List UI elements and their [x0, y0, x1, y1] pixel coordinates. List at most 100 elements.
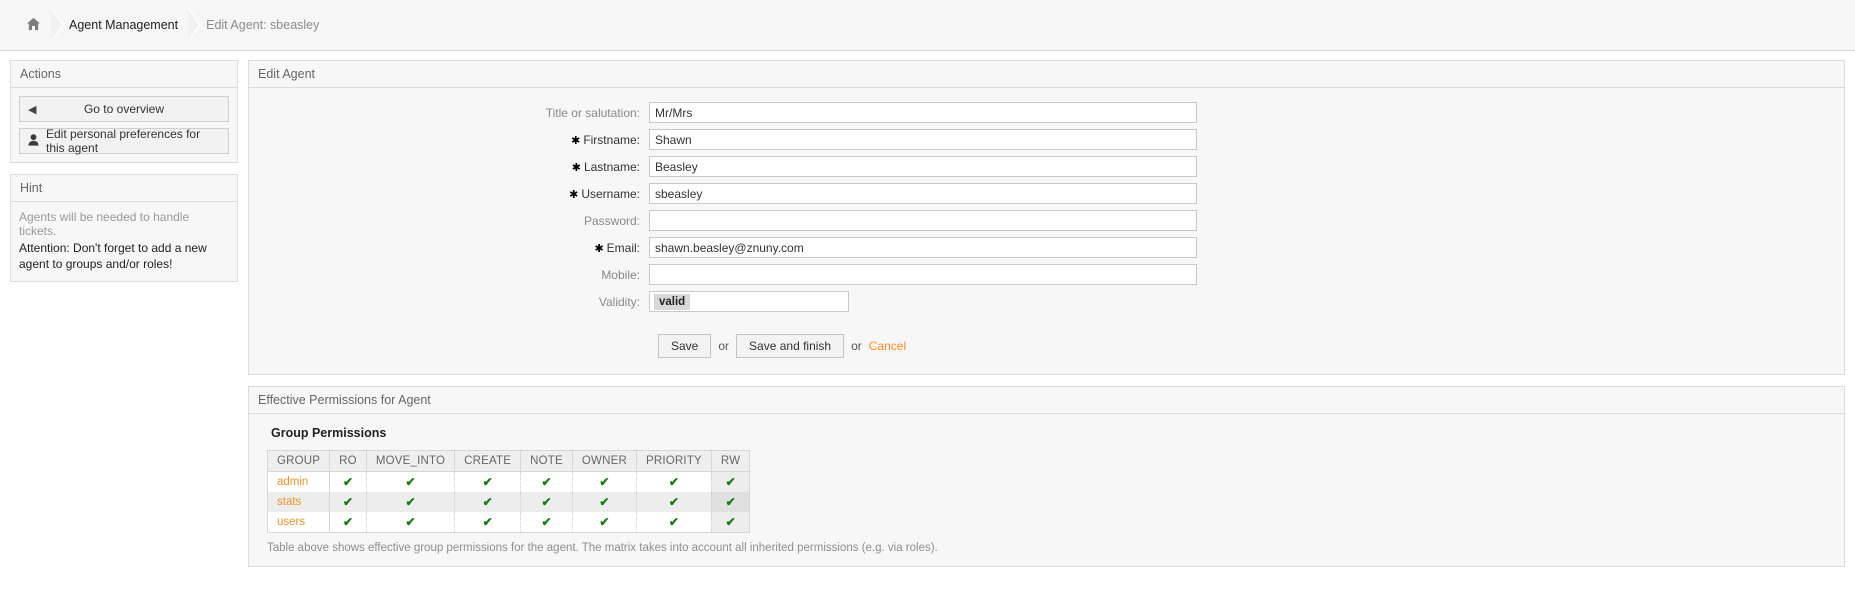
validity-label: Validity: [598, 294, 640, 309]
table-header: GROUP RO MOVE_INTO CREATE NOTE OWNER PRIORITY R… [267, 450, 750, 472]
left-arrow-icon: ◀ [28, 103, 37, 116]
check-icon: ✔ [599, 475, 610, 489]
table-cell-permission: ✔ [454, 512, 522, 533]
hint-text-attention: Attention: Don't forget to add a new age… [19, 241, 207, 271]
username-label: ✱ Username: [569, 186, 640, 201]
edit-personal-preferences-label: Edit personal preferences for this agent [46, 127, 201, 155]
table-cell-permission: ✔ [520, 492, 573, 512]
required-star-icon: ✱ [571, 134, 581, 147]
check-icon: ✔ [668, 495, 679, 509]
home-icon [26, 17, 41, 34]
edit-personal-preferences-button[interactable]: Edit personal preferences for this agent [19, 127, 229, 155]
form-row-mobile: Mobile: [249, 264, 1844, 285]
go-to-overview-button[interactable]: ◀ Go to overview [19, 96, 229, 122]
password-label: Password: [583, 213, 640, 228]
form-row-lastname: ✱ Lastname: [249, 156, 1844, 177]
table-cell-permission: ✔ [520, 471, 573, 492]
mobile-field[interactable] [649, 264, 1197, 285]
table-cell-group: users [267, 512, 331, 533]
table-column-header: CREATE [454, 450, 522, 472]
group-permissions-table: GROUP RO MOVE_INTO CREATE NOTE OWNER PRIORITY R… [267, 450, 751, 533]
breadcrumb-item-edit-agent: Edit Agent: sbeasley [188, 7, 329, 43]
lastname-field[interactable] [649, 156, 1197, 177]
lastname-label: ✱ Lastname: [571, 159, 640, 174]
group-permissions-note: Table above shows effective group permis… [267, 542, 938, 554]
table-column-header: NOTE [520, 450, 573, 472]
table-cell-permission: ✔ [366, 471, 456, 492]
required-star-icon: ✱ [571, 161, 581, 174]
form-row-password: Password: [249, 210, 1844, 231]
form-row-title-salutation: Title or salutation: [249, 102, 1844, 123]
hint-text-primary: Agents will be needed to handle tickets. [19, 210, 190, 238]
group-link[interactable]: users [277, 516, 305, 528]
actions-widget-title: Actions [11, 61, 237, 88]
table-cell-permission: ✔ [454, 471, 522, 492]
check-icon: ✔ [541, 515, 552, 529]
group-permissions-heading: Group Permissions [271, 426, 387, 440]
form-row-validity: Validity: valid [249, 291, 1844, 312]
table-cell-permission: ✔ [329, 512, 367, 533]
firstname-field[interactable] [649, 129, 1197, 150]
check-icon: ✔ [405, 475, 416, 489]
required-star-icon: ✱ [569, 188, 579, 201]
table-cell-permission: ✔ [329, 471, 367, 492]
check-icon: ✔ [342, 495, 354, 509]
table-cell-permission: ✔ [572, 512, 638, 533]
form-actions: Save or Save and finish or Cancel [249, 334, 1844, 358]
page-container: Actions ◀ Go to overview Edit personal p… [0, 51, 1855, 578]
cancel-link[interactable]: Cancel [869, 339, 906, 353]
effective-permissions-title: Effective Permissions for Agent [249, 387, 1844, 414]
effective-permissions-widget: Effective Permissions for Agent Group Pe… [248, 386, 1845, 567]
table-header-row: GROUP RO MOVE_INTO CREATE NOTE OWNER PRIORITY R… [267, 450, 750, 472]
validity-select[interactable]: valid [649, 291, 849, 312]
breadcrumb-item-agent-management[interactable]: Agent Management [51, 7, 202, 43]
username-field[interactable] [649, 183, 1197, 204]
check-icon: ✔ [342, 515, 354, 529]
user-icon [28, 133, 46, 149]
effective-permissions-body: Group Permissions GROUP RO MOVE_INTO CREATE… [249, 414, 1844, 566]
email-field[interactable] [649, 237, 1197, 258]
email-label: ✱ Email: [594, 240, 640, 255]
group-link[interactable]: stats [277, 496, 301, 508]
title-salutation-label: Title or salutation: [545, 105, 640, 120]
table-cell-permission: ✔ [711, 471, 750, 492]
edit-agent-form: Title or salutation: ✱Firstname: ✱Lastna… [249, 88, 1844, 374]
check-icon: ✔ [541, 495, 552, 509]
table-cell-permission: ✔ [520, 512, 573, 533]
table-column-header: GROUP [267, 450, 331, 472]
check-icon: ✔ [541, 475, 552, 489]
title-salutation-field[interactable] [649, 102, 1197, 123]
form-row-firstname: ✱ Firstname: [249, 129, 1844, 150]
group-link[interactable]: admin [277, 476, 308, 488]
password-field[interactable] [649, 210, 1197, 231]
edit-agent-widget: Edit Agent Title or salutation: ✱Firstna… [248, 60, 1845, 375]
save-button[interactable]: Save [658, 334, 712, 358]
table-cell-permission: ✔ [636, 512, 712, 533]
firstname-label: ✱ Firstname: [571, 132, 640, 147]
table-row: admin ✔ ✔ ✔ ✔ ✔ ✔ ✔ [267, 471, 750, 492]
hint-widget-title: Hint [11, 175, 237, 202]
check-icon: ✔ [668, 515, 679, 529]
breadcrumb-home[interactable] [12, 7, 64, 43]
table-cell-permission: ✔ [572, 492, 638, 512]
check-icon: ✔ [482, 475, 493, 489]
check-icon: ✔ [482, 515, 493, 529]
check-icon: ✔ [599, 495, 610, 509]
table-cell-permission: ✔ [711, 512, 750, 533]
required-star-icon: ✱ [594, 242, 604, 255]
breadcrumb: Agent Management Edit Agent: sbeasley [0, 0, 1855, 51]
form-row-email: ✱ Email: [249, 237, 1844, 258]
table-cell-permission: ✔ [711, 492, 750, 512]
table-cell-permission: ✔ [329, 492, 367, 512]
main-content: Edit Agent Title or salutation: ✱Firstna… [248, 60, 1845, 578]
form-row-username: ✱ Username: [249, 183, 1844, 204]
sidebar: Actions ◀ Go to overview Edit personal p… [10, 60, 238, 293]
table-column-header: RW [711, 450, 750, 472]
table-cell-group: admin [267, 471, 331, 492]
check-icon: ✔ [405, 515, 416, 529]
actions-widget: Actions ◀ Go to overview Edit personal p… [10, 60, 238, 163]
table-cell-permission: ✔ [636, 492, 712, 512]
save-and-finish-button[interactable]: Save and finish [736, 334, 845, 358]
check-icon: ✔ [482, 495, 493, 509]
or-separator-2: or [851, 339, 862, 353]
